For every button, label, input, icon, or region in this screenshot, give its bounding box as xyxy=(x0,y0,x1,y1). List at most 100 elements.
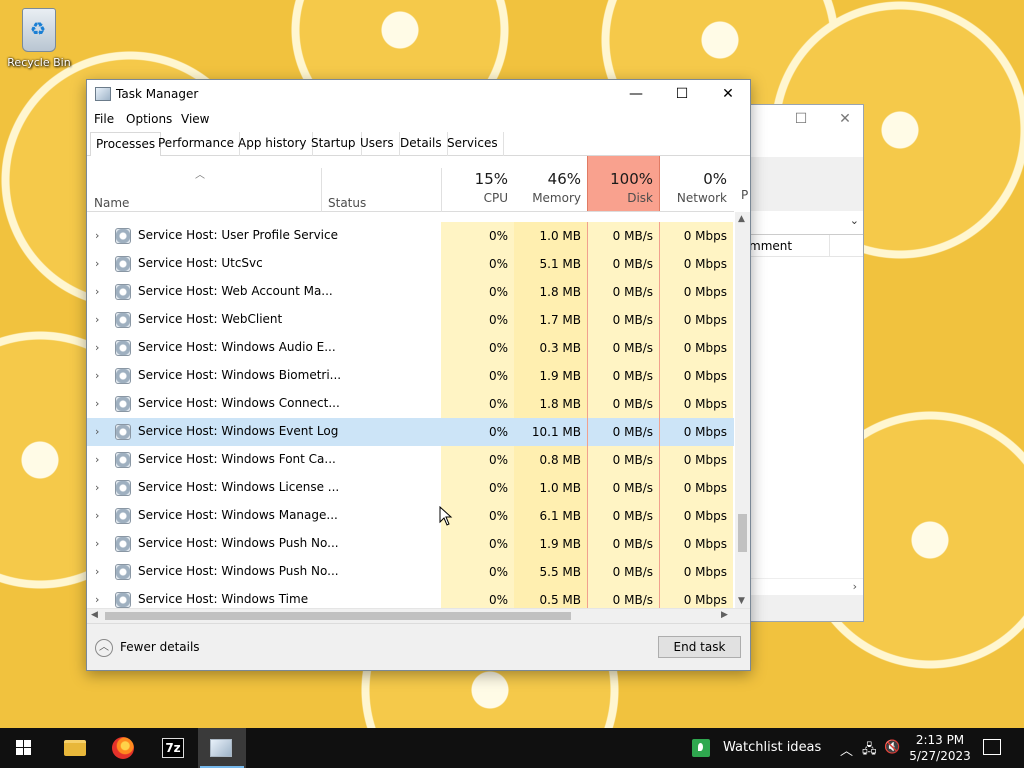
clock[interactable]: 2:13 PM 5/27/2023 xyxy=(908,732,972,764)
table-row[interactable]: › Service Host: WebClient 0% 1.7 MB 0 MB/s 0 … xyxy=(87,306,734,334)
taskbar-file-explorer[interactable] xyxy=(50,728,98,768)
scroll-up-icon[interactable]: ▲ xyxy=(738,214,745,224)
expand-chevron-icon[interactable]: › xyxy=(95,285,99,298)
chevron-up-icon[interactable]: ︿ xyxy=(840,740,853,759)
close-button[interactable]: ✕ xyxy=(705,80,751,108)
fewer-details-link[interactable]: Fewer details xyxy=(120,640,200,654)
table-row[interactable]: › Service Host: Windows Push No... 0% 5.5 M… xyxy=(87,558,734,586)
column-header-status[interactable]: Status xyxy=(328,196,366,210)
table-row[interactable]: › Service Host: Windows Connect... 0% 1.8 M… xyxy=(87,390,734,418)
table-row[interactable]: › Service Host: User Profile Service 0% 1.0… xyxy=(87,222,734,250)
background-window[interactable]: ☐ ✕ ⌄ mment › xyxy=(748,104,864,622)
horizontal-scrollbar[interactable]: ◀ ▶ xyxy=(87,608,750,623)
table-row[interactable]: › Service Host: Web Account Ma... 0% 1.8 MB… xyxy=(87,278,734,306)
expand-chevron-icon[interactable]: › xyxy=(95,565,99,578)
table-row[interactable]: › Service Host: Windows Time 0% 0.5 MB 0 MB/… xyxy=(87,586,734,608)
process-name: Service Host: UtcSvc xyxy=(138,256,263,270)
titlebar[interactable]: Task Manager — ☐ ✕ xyxy=(87,80,750,108)
menu-view[interactable]: View xyxy=(181,112,209,126)
news-widget-text: Watchlist ideas xyxy=(723,740,822,755)
service-gear-icon xyxy=(115,424,131,440)
tab-processes[interactable]: Processes xyxy=(90,132,162,157)
column-header-memory[interactable]: 46% Memory xyxy=(514,156,587,211)
table-row[interactable]: › Service Host: UtcSvc 0% 5.1 MB 0 MB/s 0 Mbp… xyxy=(87,250,734,278)
table-row[interactable]: › Service Host: Windows Manage... 0% 6.1 MB… xyxy=(87,502,734,530)
taskbar-task-manager[interactable] xyxy=(198,728,246,768)
table-row[interactable]: › Service Host: Windows Font Ca... 0% 0.8 M… xyxy=(87,446,734,474)
table-row[interactable]: › Service Host: Windows Biometri... 0% 1.9 … xyxy=(87,362,734,390)
tab-services[interactable]: Services xyxy=(442,132,504,156)
tab-performance[interactable]: Performance xyxy=(153,132,241,156)
task-manager-icon xyxy=(95,87,111,101)
memory-cell: 1.7 MB xyxy=(514,306,587,334)
expand-chevron-icon[interactable]: › xyxy=(95,341,99,354)
expand-chevron-icon[interactable]: › xyxy=(95,537,99,550)
scroll-down-icon[interactable]: ▼ xyxy=(738,596,745,606)
network-icon[interactable]: 🖧 xyxy=(862,740,877,762)
close-icon[interactable]: ✕ xyxy=(835,111,855,127)
network-cell: 0 Mbps xyxy=(660,306,733,334)
chevron-down-icon[interactable]: ⌄ xyxy=(850,214,859,227)
menu-options[interactable]: Options xyxy=(126,112,172,126)
table-row[interactable]: › Service Host: Windows Audio E... 0% 0.3 M… xyxy=(87,334,734,362)
column-header-name[interactable]: Name xyxy=(94,196,129,210)
expand-chevron-icon[interactable]: › xyxy=(95,453,99,466)
minimize-button[interactable]: — xyxy=(613,80,659,108)
taskbar-firefox[interactable] xyxy=(98,728,146,768)
expand-chevron-icon[interactable]: › xyxy=(95,369,99,382)
task-manager-window[interactable]: Task Manager — ☐ ✕ File Options View Pro… xyxy=(86,79,751,671)
horizontal-scrollbar[interactable]: › xyxy=(749,578,863,595)
tab-startup[interactable]: Startup xyxy=(306,132,362,156)
scroll-right-icon[interactable]: › xyxy=(853,580,857,593)
expand-chevron-icon[interactable]: › xyxy=(95,229,99,242)
maximize-button[interactable]: ☐ xyxy=(659,80,705,108)
service-gear-icon xyxy=(115,284,131,300)
taskbar: 7z Watchlist ideas ︿ 🖧 🔇 2:13 PM 5/27/20… xyxy=(0,728,1024,768)
expand-chevron-icon[interactable]: › xyxy=(95,481,99,494)
table-row[interactable]: › Service Host: Windows Push No... 0% 1.9 M… xyxy=(87,530,734,558)
expand-chevron-icon[interactable]: › xyxy=(95,509,99,522)
vertical-scrollbar[interactable]: ▲ ▼ xyxy=(735,212,750,608)
memory-cell: 5.1 MB xyxy=(514,250,587,278)
scrollbar-thumb[interactable] xyxy=(105,612,571,620)
service-gear-icon xyxy=(115,564,131,580)
recycle-bin[interactable]: Recycle Bin xyxy=(6,8,72,69)
tab-users[interactable]: Users xyxy=(355,132,400,156)
column-separator xyxy=(829,235,830,257)
taskbar-7zip[interactable]: 7z xyxy=(148,728,196,768)
column-header-comment[interactable]: mment xyxy=(749,235,863,257)
expand-chevron-icon[interactable]: › xyxy=(95,593,99,606)
scroll-left-icon[interactable]: ◀ xyxy=(91,610,98,620)
address-bar[interactable]: ⌄ xyxy=(749,211,863,235)
action-center-icon[interactable] xyxy=(983,739,1001,755)
table-row[interactable]: › Service Host: Windows License ... 0% 1.0 … xyxy=(87,474,734,502)
network-cell: 0 Mbps xyxy=(660,530,733,558)
column-header-overflow[interactable]: P xyxy=(733,156,748,211)
tab-details[interactable]: Details xyxy=(395,132,448,156)
expand-chevron-icon[interactable]: › xyxy=(95,397,99,410)
menu-file[interactable]: File xyxy=(94,112,114,126)
start-button[interactable] xyxy=(0,728,48,768)
expand-chevron-icon[interactable]: › xyxy=(95,425,99,438)
process-name: Service Host: Windows Manage... xyxy=(138,508,338,522)
end-task-button[interactable]: End task xyxy=(658,636,741,658)
tab-app-history[interactable]: App history xyxy=(233,132,313,156)
service-gear-icon xyxy=(115,368,131,384)
maximize-icon[interactable]: ☐ xyxy=(791,111,811,127)
expand-chevron-icon[interactable]: › xyxy=(95,257,99,270)
table-row[interactable]: › Service Host: Windows Event Log 0% 10.1 M… xyxy=(87,418,734,446)
chevron-up-icon[interactable]: ︿ xyxy=(95,639,113,657)
scrollbar-thumb[interactable] xyxy=(738,514,747,552)
scroll-right-icon[interactable]: ▶ xyxy=(721,610,728,620)
memory-cell: 0.8 MB xyxy=(514,446,587,474)
column-header-disk[interactable]: 100% Disk xyxy=(587,156,660,211)
cpu-cell: 0% xyxy=(488,425,508,439)
column-header-network[interactable]: 0% Network xyxy=(660,156,733,211)
volume-muted-icon[interactable]: 🔇 xyxy=(884,740,900,755)
expand-chevron-icon[interactable]: › xyxy=(95,313,99,326)
task-manager-icon xyxy=(210,739,232,757)
tab-bar: Processes Performance App history Startu… xyxy=(87,132,750,157)
column-header-cpu[interactable]: 15% CPU xyxy=(441,156,514,211)
disk-cell: 0 MB/s xyxy=(587,278,660,306)
network-cell: 0 Mbps xyxy=(660,334,733,362)
